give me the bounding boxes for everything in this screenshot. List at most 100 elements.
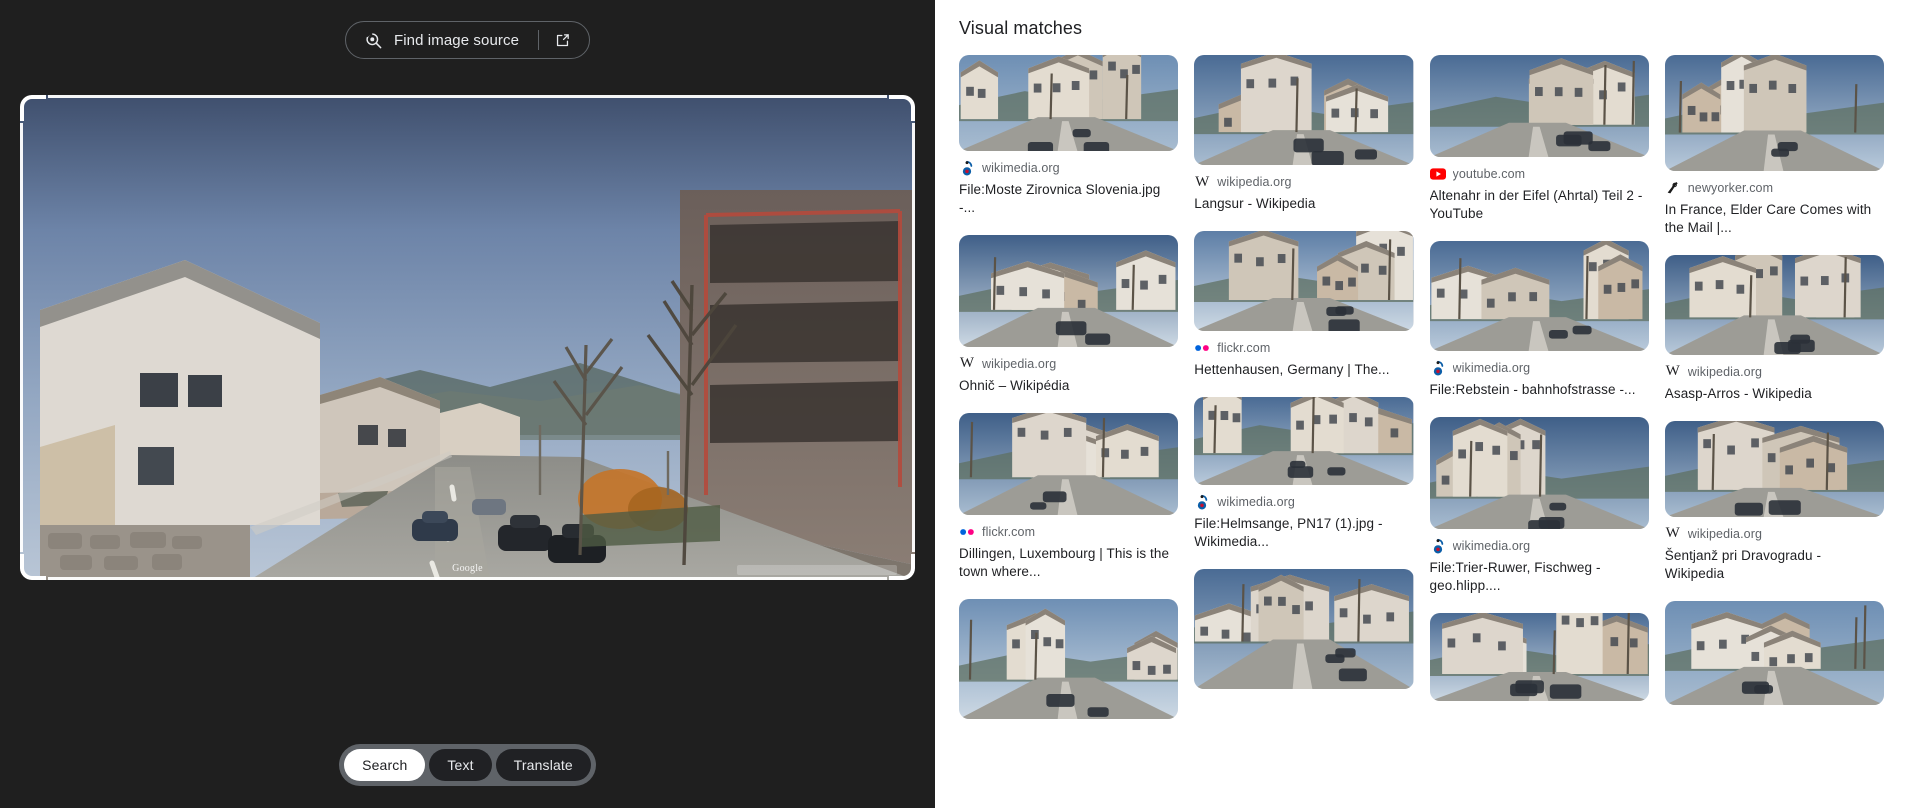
wikipedia-w-icon: W <box>1665 363 1680 380</box>
visual-match-card[interactable]: W wikipedia.org Asasp-Arros - Wikipedia <box>1664 254 1884 403</box>
match-source-name: wikimedia.org <box>1217 494 1295 509</box>
match-source-row: W wikipedia.org <box>1665 526 1884 542</box>
match-thumbnail[interactable] <box>1194 55 1414 165</box>
visual-match-card[interactable]: W wikipedia.org Langsur - Wikipedia <box>1194 55 1414 213</box>
visual-matches-column: wikimedia.org File:Moste Zirovnica Slove… <box>959 55 1179 737</box>
wikimedia-icon <box>1430 360 1446 376</box>
match-thumbnail[interactable] <box>1664 420 1884 517</box>
wikipedia-w-icon: W <box>1665 525 1680 542</box>
match-source-row: wikimedia.org <box>959 160 1178 176</box>
streetview-attribution-strip <box>737 565 897 575</box>
visual-match-card[interactable]: W wikipedia.org Šentjanž pri Dravogradu … <box>1664 420 1884 583</box>
match-title: File:Trier-Ruwer, Fischweg - geo.hlipp..… <box>1429 559 1601 593</box>
match-source-name: newyorker.com <box>1687 181 1774 195</box>
mode-switcher: Search Text Translate <box>0 744 935 786</box>
wikimedia-icon <box>959 160 975 176</box>
source-image: Google <box>20 95 915 580</box>
match-title: Ohnič – Wikipédia <box>959 377 1070 393</box>
match-source-name: wikimedia.org <box>982 161 1060 175</box>
crop-handle-bottom-right[interactable] <box>889 554 915 580</box>
visual-match-card[interactable]: youtube.com Altenahr in der Eifel (Ahrta… <box>1429 55 1649 223</box>
visual-matches-column: newyorker.com In France, Elder Care Come… <box>1664 55 1884 737</box>
match-title: Šentjanž pri Dravogradu - Wikipedia <box>1664 547 1822 581</box>
visual-match-card[interactable]: W wikipedia.org Ohnič – Wikipédia <box>959 234 1179 395</box>
youtube-icon <box>1429 166 1446 182</box>
match-title: Altenahr in der Eifel (Ahrtal) Teil 2 - … <box>1429 188 1643 221</box>
match-title: File:Rebstein - bahnhofstrasse -... <box>1429 381 1636 397</box>
match-thumbnail[interactable] <box>1429 240 1649 351</box>
match-source-name: wikipedia.org <box>1217 175 1292 189</box>
match-thumbnail[interactable] <box>959 598 1179 719</box>
visual-match-card[interactable]: wikimedia.org File:Helmsange, PN17 (1).j… <box>1194 396 1414 551</box>
crop-handle-top-right[interactable] <box>889 95 915 121</box>
match-source-row: W wikipedia.org <box>959 356 1178 372</box>
google-watermark: Google <box>452 563 483 574</box>
wikipedia-w-icon: W <box>1195 174 1210 190</box>
external-link-icon <box>554 32 571 49</box>
match-thumbnail[interactable] <box>1194 230 1414 331</box>
match-source-row: wikimedia.org <box>1430 538 1649 554</box>
flickr-icon <box>959 524 975 540</box>
match-thumbnail[interactable] <box>1429 612 1649 701</box>
crop-handle-bottom-left[interactable] <box>20 554 46 580</box>
match-thumbnail[interactable] <box>959 234 1179 347</box>
find-image-source-button[interactable]: Find image source <box>344 21 591 59</box>
crop-handle-top-left[interactable] <box>20 95 46 121</box>
mode-pill-translate[interactable]: Translate <box>495 749 591 781</box>
match-source-row: W wikipedia.org <box>1194 174 1413 190</box>
match-thumbnail[interactable] <box>1429 55 1649 157</box>
newyorker-icon <box>1665 180 1681 196</box>
match-source-row: flickr.com <box>1194 340 1413 356</box>
match-source-name: wikimedia.org <box>1452 538 1531 553</box>
match-source-name: wikimedia.org <box>1452 360 1531 375</box>
wikimedia-icon <box>1194 494 1210 510</box>
match-title: File:Helmsange, PN17 (1).jpg - Wikimedia… <box>1194 515 1383 549</box>
match-thumbnail[interactable] <box>1664 55 1884 171</box>
visual-match-card[interactable]: newyorker.com In France, Elder Care Come… <box>1664 55 1884 237</box>
match-thumbnail[interactable] <box>959 55 1179 151</box>
visual-matches-column: youtube.com Altenahr in der Eifel (Ahrta… <box>1429 55 1649 737</box>
match-source-name: wikipedia.org <box>1687 364 1763 379</box>
find-source-toolbar: Find image source <box>0 0 935 80</box>
visual-match-card[interactable] <box>959 598 1179 719</box>
image-preview-pane: Find image source Google Search Text Tra… <box>0 0 935 808</box>
match-thumbnail[interactable] <box>1194 568 1414 689</box>
visual-match-card[interactable] <box>1194 568 1414 689</box>
lens-results-screen: Find image source Google Search Text Tra… <box>0 0 1906 808</box>
match-title: In France, Elder Care Comes with the Mai… <box>1664 202 1872 235</box>
match-title: Langsur - Wikipedia <box>1194 196 1316 211</box>
match-source-row: wikimedia.org <box>1430 360 1649 376</box>
match-thumbnail[interactable] <box>1429 416 1649 529</box>
match-thumbnail[interactable] <box>1664 254 1884 355</box>
match-source-row: youtube.com <box>1429 166 1649 182</box>
visual-match-card[interactable]: wikimedia.org File:Rebstein - bahnhofstr… <box>1429 240 1649 399</box>
visual-match-card[interactable]: wikimedia.org File:Moste Zirovnica Slove… <box>959 55 1179 217</box>
match-title: Asasp-Arros - Wikipedia <box>1664 385 1812 401</box>
match-source-name: flickr.com <box>982 524 1036 539</box>
visual-matches-grid: wikimedia.org File:Moste Zirovnica Slove… <box>959 55 1884 737</box>
find-image-source-label: Find image source <box>393 31 520 49</box>
match-source-row: wikimedia.org <box>1194 494 1413 510</box>
match-source-row: flickr.com <box>959 524 1178 540</box>
visual-matches-pane[interactable]: Visual matches wikimedia.org File:Moste … <box>935 0 1906 808</box>
match-source-name: flickr.com <box>1217 340 1271 355</box>
mode-pill-text[interactable]: Text <box>429 749 492 781</box>
match-source-name: youtube.com <box>1452 167 1526 181</box>
match-thumbnail[interactable] <box>1194 396 1414 485</box>
visual-match-card[interactable]: flickr.com Hettenhausen, Germany | The..… <box>1194 230 1414 379</box>
mode-pill-search[interactable]: Search <box>344 749 426 781</box>
match-title: File:Moste Zirovnica Slovenia.jpg -... <box>959 182 1161 215</box>
button-divider <box>538 30 540 50</box>
visual-match-card[interactable] <box>1429 612 1649 701</box>
wikimedia-icon <box>1430 538 1446 554</box>
visual-match-card[interactable] <box>1664 600 1884 705</box>
match-thumbnail[interactable] <box>959 412 1179 515</box>
match-source-name: wikipedia.org <box>1687 526 1763 541</box>
visual-match-card[interactable]: wikimedia.org File:Trier-Ruwer, Fischweg… <box>1429 416 1649 595</box>
image-crop-stage[interactable]: Google <box>20 95 915 580</box>
match-source-row: W wikipedia.org <box>1665 364 1884 380</box>
wikipedia-w-icon: W <box>959 355 975 372</box>
visual-match-card[interactable]: flickr.com Dillingen, Luxembourg | This … <box>959 412 1179 581</box>
flickr-icon <box>1194 340 1210 356</box>
match-thumbnail[interactable] <box>1664 600 1884 705</box>
